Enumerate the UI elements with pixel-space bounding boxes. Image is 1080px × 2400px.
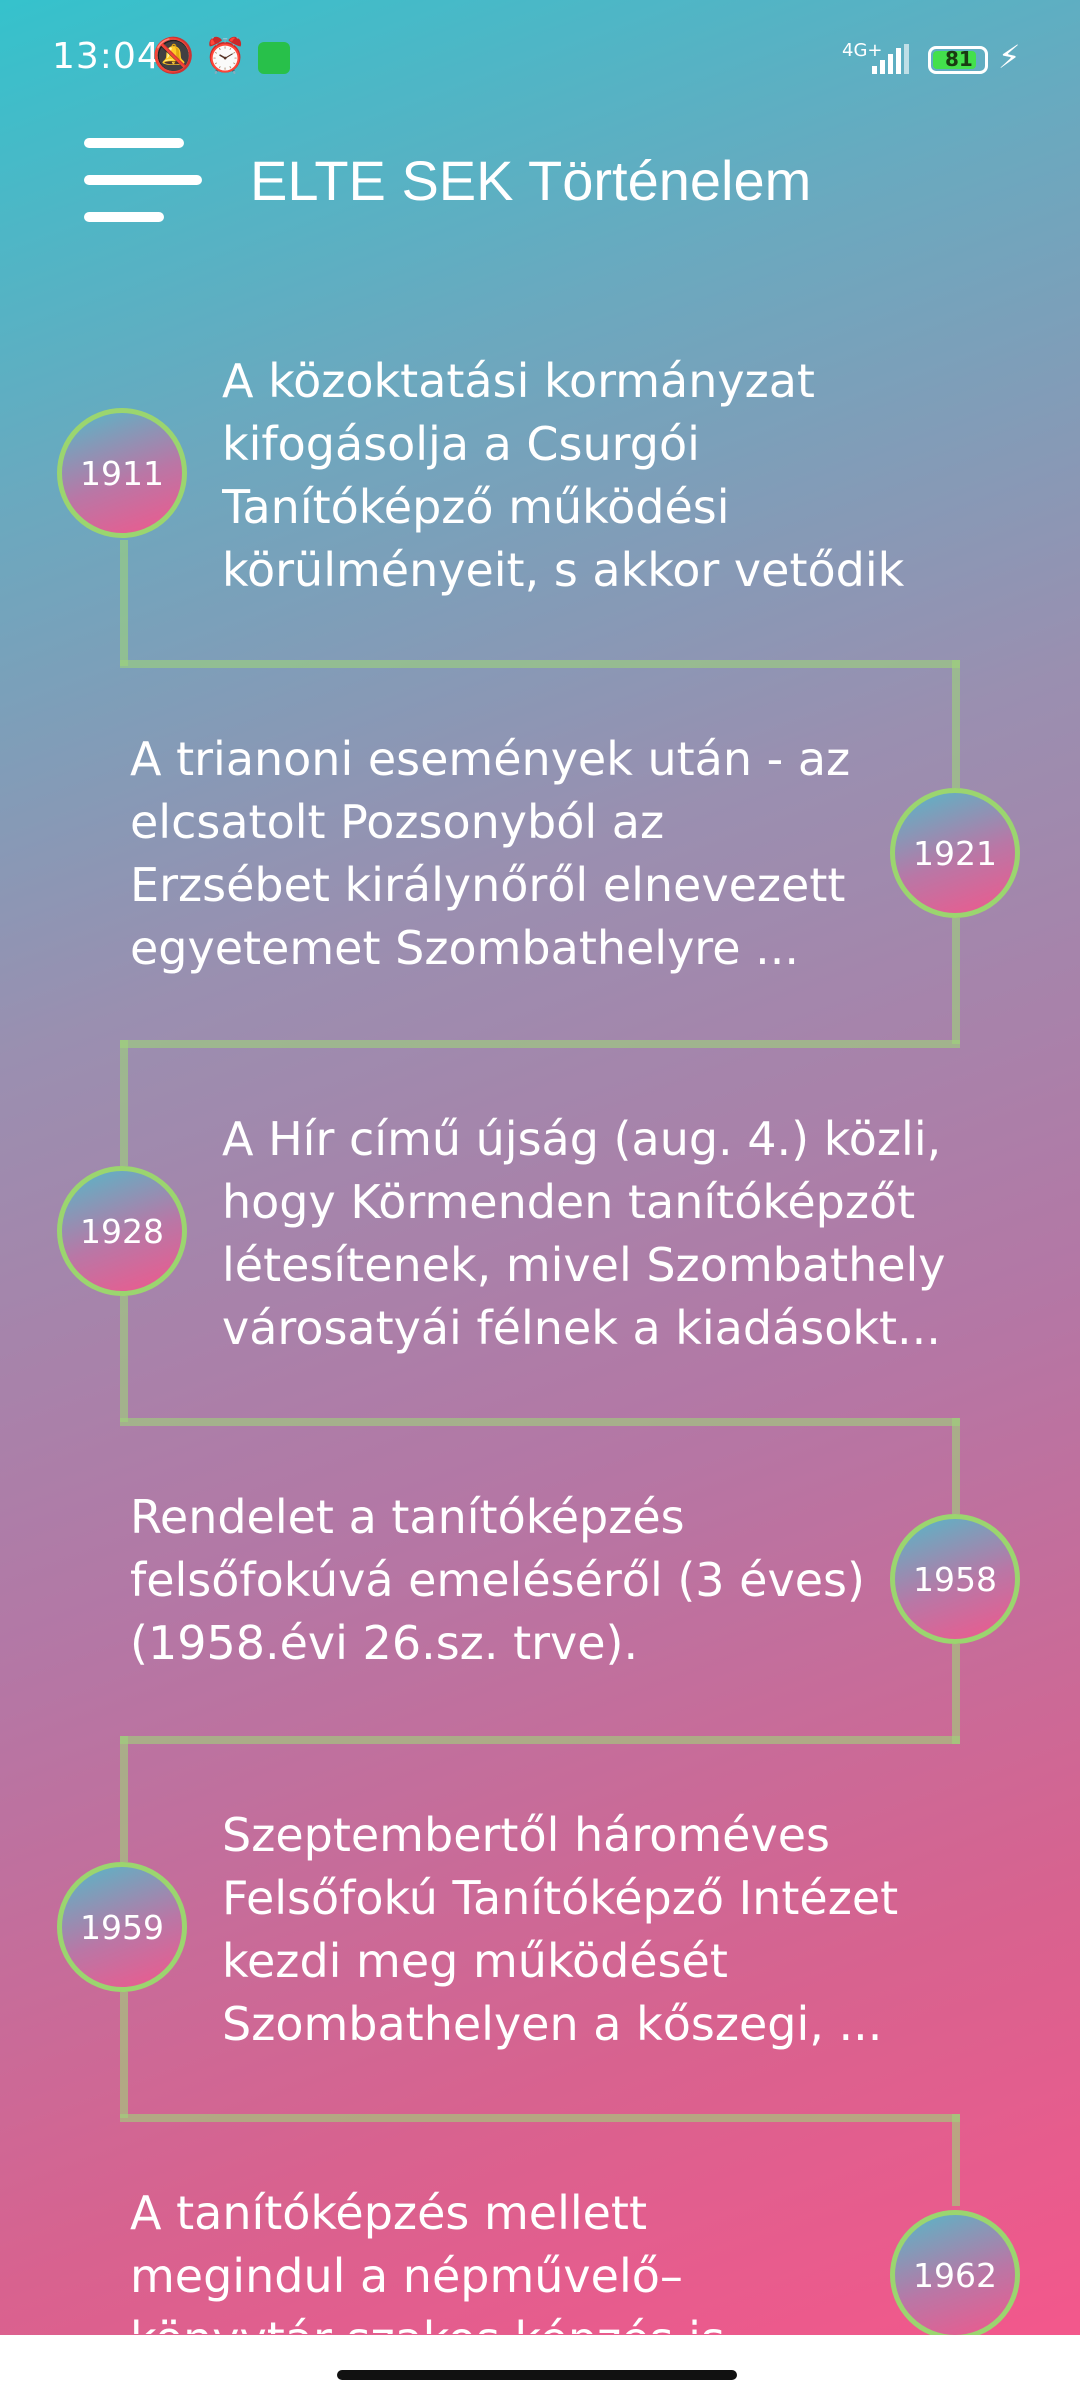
timeline-connector	[120, 1296, 128, 1422]
timeline-connector	[120, 660, 960, 668]
timeline-connector	[120, 1992, 128, 2118]
year-badge: 1958	[890, 1514, 1020, 1644]
timeline-event[interactable]: A Hír című újság (aug. 4.) közli, hogy K…	[222, 1108, 952, 1360]
timeline-connector	[120, 540, 128, 666]
timeline-event[interactable]: A tanítóképzés mellett megindul a népműv…	[130, 2182, 870, 2334]
timeline-connector	[952, 660, 960, 788]
navigation-bar	[0, 2335, 1080, 2400]
timeline-connector	[120, 1736, 128, 1862]
year-badge: 1921	[890, 788, 1020, 918]
timeline-event[interactable]: Szeptembertől hároméves Felsőfokú Tanító…	[222, 1804, 952, 2056]
timeline-event[interactable]: Rendelet a tanítóképzés felsőfokúvá emel…	[130, 1486, 870, 1675]
year-badge: 1959	[57, 1862, 187, 1992]
timeline: 1911 A közoktatási kormányzat kifogásolj…	[0, 0, 1080, 2340]
timeline-event[interactable]: A trianoni események után - az elcsatolt…	[130, 728, 870, 980]
timeline-connector	[952, 1418, 960, 1514]
year-badge: 1928	[57, 1166, 187, 1296]
timeline-connector	[120, 2114, 960, 2122]
timeline-connector	[120, 1418, 960, 1426]
timeline-connector	[952, 2114, 960, 2206]
year-badge: 1962	[890, 2210, 1020, 2340]
year-badge: 1911	[57, 408, 187, 538]
timeline-event[interactable]: A közoktatási kormányzat kifogásolja a C…	[222, 350, 952, 602]
timeline-connector	[120, 1040, 128, 1166]
timeline-connector	[120, 1736, 960, 1744]
home-indicator[interactable]	[337, 2370, 737, 2380]
timeline-connector	[120, 1040, 960, 1048]
timeline-connector	[952, 1644, 960, 1744]
timeline-connector	[952, 918, 960, 1044]
